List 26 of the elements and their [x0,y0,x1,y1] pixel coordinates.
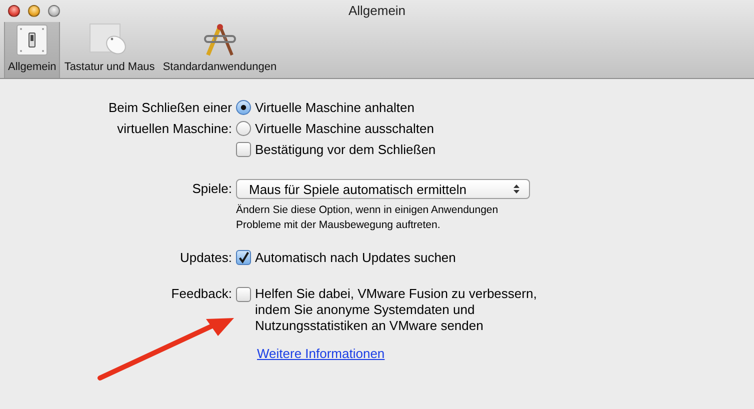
radio-button[interactable] [236,100,251,115]
checkbox-label: Bestätigung vor dem Schließen [255,141,436,159]
checkbox-label: Automatisch nach Updates suchen [255,249,456,267]
toolbar-tab[interactable]: Standardanwendungen [158,22,281,78]
checkbox[interactable] [236,287,251,302]
switch-icon [15,23,50,57]
checkbox[interactable] [236,250,251,265]
toolbar-tab[interactable]: Tastatur und Maus [60,22,159,78]
stepper-arrows-icon [513,184,520,194]
window-title: Allgemein [348,3,406,18]
radio-label: Virtuelle Maschine ausschalten [255,120,434,138]
radio-button[interactable] [236,121,251,136]
checkbox[interactable] [236,142,251,157]
setting-label: Spiele: [192,180,232,198]
more-info-link[interactable]: Weitere Informationen [257,346,385,361]
setting-label: Updates: [180,249,232,267]
minimize-button[interactable] [28,5,40,17]
help-text: Ändern Sie diese Option, wenn in einigen Anwendungen Probleme mit der Mausbewegung auftreten. [236,203,498,233]
setting-label: Feedback: [171,286,232,302]
close-button[interactable] [8,5,20,17]
setting-label: Beim Schließen einer virtuellen Maschine: [108,99,232,138]
zoom-button[interactable] [48,5,60,17]
popup-button[interactable]: Maus für Spiele automatisch ermitteln [236,179,530,199]
radio-label: Virtuelle Maschine anhalten [255,99,414,117]
toolbar-tab[interactable]: Allgemein [4,22,60,78]
checkbox-label: Helfen Sie dabei, VMware Fusion zu verbessern, indem Sie anonyme Systemdaten und Nutzungsstatistiken an VMware senden [255,286,537,334]
